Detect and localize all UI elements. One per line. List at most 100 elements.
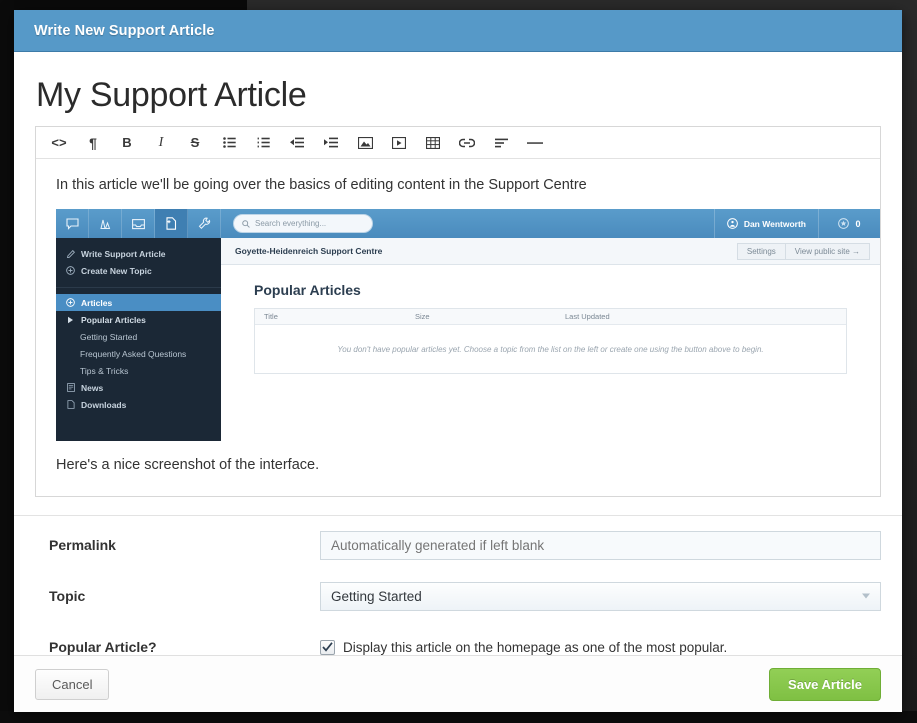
analytics-chart-icon[interactable] [89,209,122,239]
shot-sidebar-label: Downloads [81,399,127,410]
shot-sidebar-item-tips-tricks[interactable]: Tips & Tricks [56,362,221,379]
italic-icon[interactable]: I [144,128,178,158]
popular-article-checkbox[interactable] [320,639,335,655]
save-article-button[interactable]: Save Article [769,667,881,701]
modal-title: Write New Support Article [34,22,215,39]
breadcrumb: Goyette-Heidenreich Support Centre [235,246,383,257]
image-icon[interactable] [348,128,382,158]
shot-sidebar-label: Tips & Tricks [80,365,129,376]
embedded-screenshot-image[interactable]: Search everything... Dan Wentworth 0 Wri… [56,209,880,442]
popular-article-checkbox-label: Display this article on the homepage as … [343,639,728,655]
permalink-label: Permalink [49,537,116,554]
shot-action-buttons: Settings View public site → [736,242,870,260]
shot-user-name: Dan Wentworth [743,218,806,229]
ordered-list-icon[interactable] [246,128,280,158]
shot-page-heading: Popular Articles [254,282,361,299]
chat-bubble-icon[interactable] [56,209,89,239]
search-icon [242,220,250,228]
permalink-input[interactable] [320,530,881,560]
shot-sidebar-group-actions: Write Support Article Create New Topic [56,238,221,289]
shot-sidebar-item-downloads[interactable]: Downloads [56,396,221,413]
modal-header: Write New Support Article [14,10,902,52]
column-header-size: Size [415,312,430,322]
form-divider [14,514,902,516]
shot-score-value: 0 [855,218,861,229]
bold-icon[interactable]: B [110,128,144,158]
shot-score-badge[interactable]: 0 [818,209,880,239]
shot-sidebar: Write Support Article Create New Topic A… [56,238,221,442]
topic-label: Topic [49,588,86,605]
popular-field-wrap: Display this article on the homepage as … [320,639,881,655]
caret-right-icon [66,315,75,324]
popular-articles-table: Title Size Last Updated You don't have p… [254,308,847,375]
shot-search-placeholder: Search everything... [255,219,327,229]
shot-sidebar-item-articles[interactable]: Articles [56,294,221,312]
editor-toolbar-wrap: <> ¶ B I S [35,126,881,159]
topic-selected-value: Getting Started [331,588,422,604]
news-icon [66,383,75,393]
wrench-icon[interactable] [188,209,221,239]
view-public-site-button[interactable]: View public site → [785,242,870,260]
article-paragraph-1: In this article we'll be going over the … [56,177,587,193]
table-icon[interactable] [416,128,450,158]
form-row-topic: Topic Getting Started [14,575,902,618]
shot-sidebar-item-write-support-article[interactable]: Write Support Article [56,245,221,262]
form-row-permalink: Permalink [14,524,902,567]
column-header-last-updated: Last Updated [565,312,610,322]
unordered-list-icon[interactable] [212,128,246,158]
avatar-icon [726,218,738,230]
chevron-down-icon [862,593,870,599]
paragraph-icon[interactable]: ¶ [76,128,110,158]
outdent-icon[interactable] [280,128,314,158]
file-icon [66,400,75,410]
cancel-button[interactable]: Cancel [35,668,110,700]
table-empty-state: You don't have popular articles yet. Cho… [337,344,764,354]
shot-search-input[interactable]: Search everything... [233,214,373,234]
new-document-icon[interactable] [155,209,188,239]
shot-sidebar-label: News [81,382,104,393]
plus-circle-icon [66,266,75,276]
inbox-icon[interactable] [122,209,155,239]
indent-icon[interactable] [314,128,348,158]
shot-sidebar-item-frequently-asked-questions[interactable]: Frequently Asked Questions [56,345,221,362]
shot-sidebar-label: Articles [81,297,113,308]
settings-button[interactable]: Settings [736,242,786,260]
link-icon[interactable] [450,128,484,158]
strikethrough-icon[interactable]: S [178,128,212,158]
pencil-icon [66,249,75,258]
shot-sidebar-item-popular-articles[interactable]: Popular Articles [56,311,221,328]
permalink-field-wrap [320,530,881,560]
write-article-modal: Write New Support Article My Support Art… [14,10,902,712]
desktop-strip-left [0,0,14,723]
shot-sidebar-item-create-new-topic[interactable]: Create New Topic [56,262,221,279]
shot-sidebar-label: Write Support Article [81,248,166,259]
desktop-strip-bottom [0,711,917,723]
shot-sidebar-label: Frequently Asked Questions [80,348,187,359]
shot-topbar: Search everything... Dan Wentworth 0 [56,209,880,239]
article-title[interactable]: My Support Article [14,52,902,126]
source-code-icon[interactable]: <> [42,128,76,158]
topic-select[interactable]: Getting Started [320,581,881,611]
plus-circle-icon [66,298,75,308]
article-paragraph-2: Here's a nice screenshot of the interfac… [56,457,320,474]
shot-main: Goyette-Heidenreich Support Centre Setti… [221,238,880,442]
modal-body: My Support Article <> ¶ B I S In this ar… [14,52,902,669]
align-left-icon[interactable] [484,128,518,158]
shot-crumb-bar: Goyette-Heidenreich Support Centre Setti… [221,238,880,266]
shot-user-menu[interactable]: Dan Wentworth [713,209,818,239]
shot-sidebar-group-nav: Articles Popular Articles Getting Starte… [56,288,221,413]
video-icon[interactable] [382,128,416,158]
horizontal-rule-icon[interactable] [518,128,552,158]
checkmark-icon [322,642,333,652]
modal-footer: Cancel Save Article [14,655,902,712]
editor-toolbar: <> ¶ B I S [36,127,880,159]
shot-sidebar-label: Create New Topic [81,265,152,276]
shot-sidebar-item-news[interactable]: News [56,379,221,396]
shot-sidebar-label: Getting Started [80,331,138,342]
desktop-background: Write New Support Article My Support Art… [0,0,917,723]
shot-sidebar-item-getting-started[interactable]: Getting Started [56,328,221,345]
shot-sidebar-label: Popular Articles [81,314,146,325]
editor-content[interactable]: In this article we'll be going over the … [35,159,881,497]
star-circle-icon [838,218,850,230]
column-header-title: Title [264,312,278,322]
